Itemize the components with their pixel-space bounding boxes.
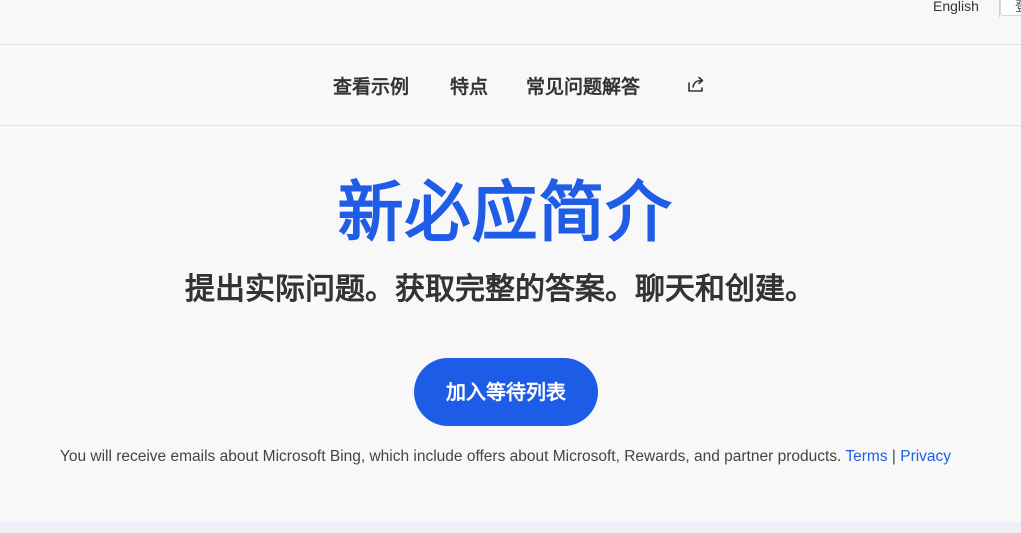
disclaimer-separator: | bbox=[891, 448, 896, 465]
disclaimer-text: You will receive emails about Microsoft … bbox=[59, 448, 842, 465]
share-icon-graphic bbox=[688, 76, 704, 92]
sign-in-button[interactable]: 登 bbox=[1000, 0, 1021, 16]
privacy-link[interactable]: Privacy bbox=[900, 448, 951, 465]
terms-link[interactable]: Terms bbox=[845, 448, 887, 465]
nav-item-faq[interactable]: 常见问题解答 bbox=[526, 74, 640, 100]
nav-item-examples[interactable]: 查看示例 bbox=[333, 74, 409, 100]
language-selector[interactable]: English bbox=[933, 0, 979, 15]
top-bar: English 登 bbox=[0, 0, 1021, 45]
hero-subtitle: 提出实际问题。获取完整的答案。聊天和创建。 bbox=[185, 272, 815, 307]
hero-title: 新必应简介 bbox=[337, 174, 673, 251]
share-icon[interactable] bbox=[686, 75, 708, 95]
disclaimer: You will receive emails about Microsoft … bbox=[0, 447, 1011, 467]
nav-item-features[interactable]: 特点 bbox=[450, 74, 488, 100]
main-nav: 查看示例 特点 常见问题解答 bbox=[0, 45, 1021, 126]
join-waitlist-button[interactable]: 加入等待列表 bbox=[414, 358, 598, 426]
page: English 登 查看示例 特点 常见问题解答 新必应简介 提出实际问题。获取… bbox=[0, 0, 1021, 533]
bottom-band bbox=[0, 522, 1021, 533]
